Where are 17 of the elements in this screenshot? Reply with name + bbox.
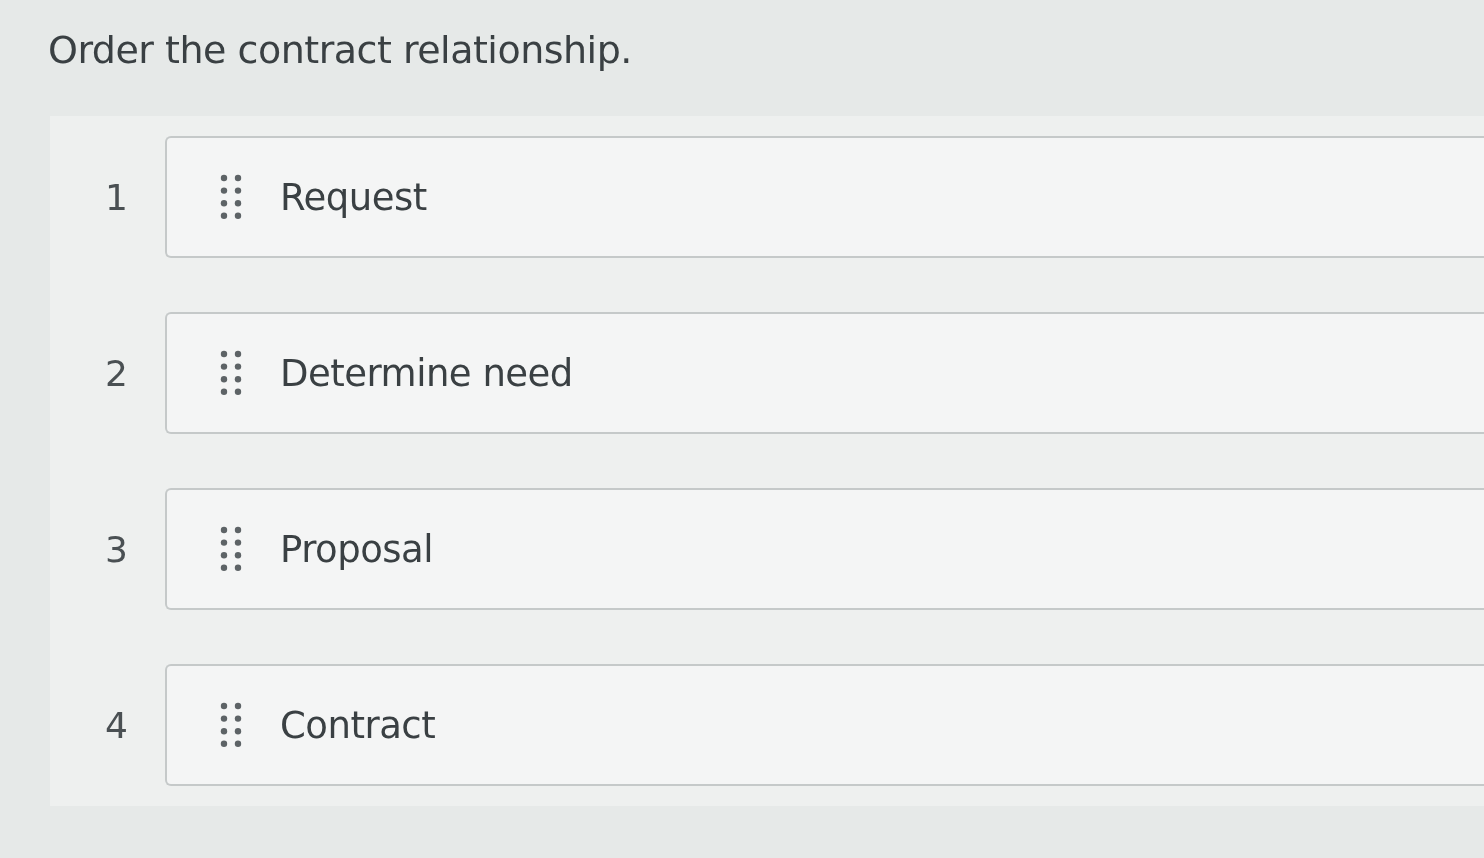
item-label: Contract: [280, 703, 436, 747]
question-prompt: Order the contract relationship.: [48, 27, 633, 74]
sortable-item[interactable]: Proposal: [165, 488, 1484, 610]
item-label: Proposal: [280, 527, 434, 571]
position-number: 1: [104, 176, 128, 218]
sortable-item[interactable]: Request: [165, 136, 1484, 258]
sortable-item[interactable]: Determine need: [165, 312, 1484, 434]
position-number: 2: [104, 352, 128, 394]
drag-handle-icon[interactable]: [220, 174, 242, 220]
drag-handle-icon[interactable]: [220, 702, 242, 748]
item-label: Determine need: [280, 351, 573, 395]
position-number: 4: [104, 704, 128, 746]
drag-handle-icon[interactable]: [220, 350, 242, 396]
drag-handle-icon[interactable]: [220, 526, 242, 572]
sortable-item[interactable]: Contract: [165, 664, 1484, 786]
position-number: 3: [104, 528, 128, 570]
item-label: Request: [280, 175, 427, 219]
